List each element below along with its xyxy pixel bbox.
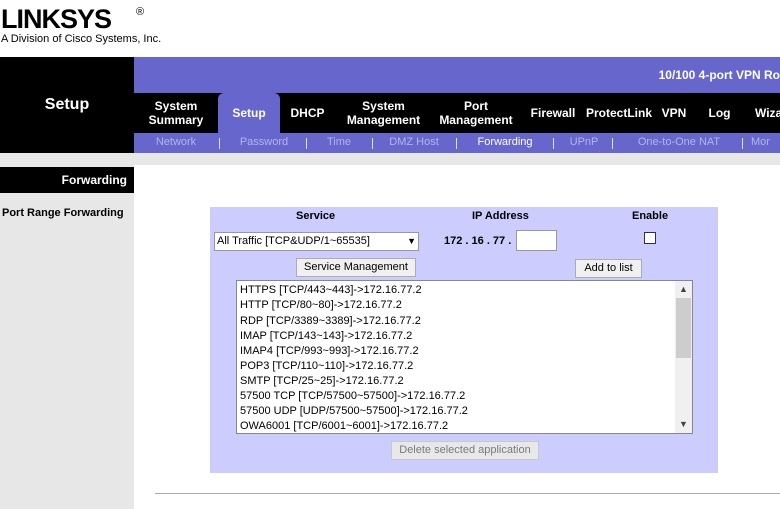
enable-checkbox[interactable] [644, 232, 656, 244]
subtab-more[interactable]: Mor [751, 133, 780, 153]
tab-dhcp[interactable]: DHCP [280, 93, 335, 133]
tab-system-summary[interactable]: System Summary [134, 93, 218, 133]
service-header: Service [296, 210, 336, 222]
enable-header: Enable [632, 210, 669, 222]
list-item[interactable]: 57500 UDP [UDP/57500~57500]->172.16.77.2 [240, 405, 468, 417]
registered-mark: ® [136, 6, 145, 18]
linksys-logo: LINKSYS [1, 4, 112, 34]
list-item[interactable]: RDP [TCP/3389~3389]->172.16.77.2 [240, 315, 421, 327]
scrollbar-thumb[interactable] [676, 298, 691, 358]
application-list[interactable]: HTTPS [TCP/443~443]->172.16.77.2 HTTP [T… [236, 280, 693, 434]
ip-address-header: IP Address [472, 210, 529, 222]
tab-port-management[interactable]: Port Management [432, 93, 520, 133]
service-select-value: All Traffic [TCP&UDP/1~65535] [217, 235, 370, 247]
subtab-forwarding[interactable]: Forwarding [465, 133, 545, 153]
list-scrollbar[interactable]: ▲ ▼ [675, 281, 692, 433]
service-select[interactable]: All Traffic [TCP&UDP/1~65535] ▼ [214, 232, 419, 251]
list-item[interactable]: IMAP4 [TCP/993~993]->172.16.77.2 [240, 345, 419, 357]
subtab-password[interactable]: Password [229, 133, 299, 153]
tab-setup[interactable]: Setup [218, 93, 280, 133]
subtab-upnp[interactable]: UPnP [564, 133, 604, 153]
subtab-network[interactable]: Network [141, 133, 211, 153]
chevron-down-icon: ▼ [407, 236, 416, 246]
subtab-one-to-one-nat[interactable]: One-to-One NAT [629, 133, 729, 153]
divider [155, 493, 780, 494]
list-item[interactable]: SMTP [TCP/25~25]->172.16.77.2 [240, 375, 404, 387]
list-item[interactable]: HTTP [TCP/80~80]->172.16.77.2 [240, 299, 402, 311]
logo-area: LINKSYS ® A Division of Cisco Systems, I… [0, 0, 780, 57]
sidebar-section-label: Port Range Forwarding [2, 207, 124, 219]
main-tabs: System Summary Setup DHCP System Managem… [134, 93, 780, 133]
subtab-time[interactable]: Time [314, 133, 364, 153]
list-item[interactable]: OWA6001 [TCP/6001~6001]->172.16.77.2 [240, 420, 448, 432]
service-management-button[interactable]: Service Management [296, 258, 416, 277]
subnav-divider [612, 138, 613, 149]
subnav-divider [306, 138, 307, 149]
list-item[interactable]: HTTPS [TCP/443~443]->172.16.77.2 [240, 284, 422, 296]
product-title: 10/100 4-port VPN Ro [658, 68, 780, 82]
ip-prefix: 172 . 16 . 77 . [444, 235, 512, 247]
subtab-dmz-host[interactable]: DMZ Host [380, 133, 448, 153]
content-top-strip [134, 153, 780, 165]
subnav-divider [372, 138, 373, 149]
tab-log[interactable]: Log [696, 93, 743, 133]
tab-vpn[interactable]: VPN [652, 93, 696, 133]
subnav-divider [219, 138, 220, 149]
list-item[interactable]: 57500 TCP [TCP/57500~57500]->172.16.77.2 [240, 390, 465, 402]
tab-wizard[interactable]: Wiza [743, 93, 780, 133]
subnav-divider [553, 138, 554, 149]
tab-protectlink[interactable]: ProtectLink [586, 93, 652, 133]
sub-navigation: Network Password Time DMZ Host Forwardin… [134, 133, 780, 153]
list-item[interactable]: IMAP [TCP/143~143]->172.16.77.2 [240, 330, 412, 342]
list-item[interactable]: POP3 [TCP/110~110]->172.16.77.2 [240, 360, 413, 372]
ip-last-octet-input[interactable] [516, 230, 557, 251]
subnav-divider [456, 138, 457, 149]
chevron-up-icon[interactable]: ▲ [675, 281, 692, 298]
sidebar-header: Forwarding [0, 167, 134, 193]
logo-subtitle: A Division of Cisco Systems, Inc. [1, 33, 162, 45]
chevron-down-icon[interactable]: ▼ [675, 416, 692, 433]
page-title: Setup [44, 96, 90, 113]
tab-system-management[interactable]: System Management [335, 93, 432, 133]
subnav-divider [742, 138, 743, 149]
add-to-list-button[interactable]: Add to list [575, 259, 642, 278]
delete-selected-application-button[interactable]: Delete selected application [391, 441, 539, 460]
tab-firewall[interactable]: Firewall [520, 93, 586, 133]
